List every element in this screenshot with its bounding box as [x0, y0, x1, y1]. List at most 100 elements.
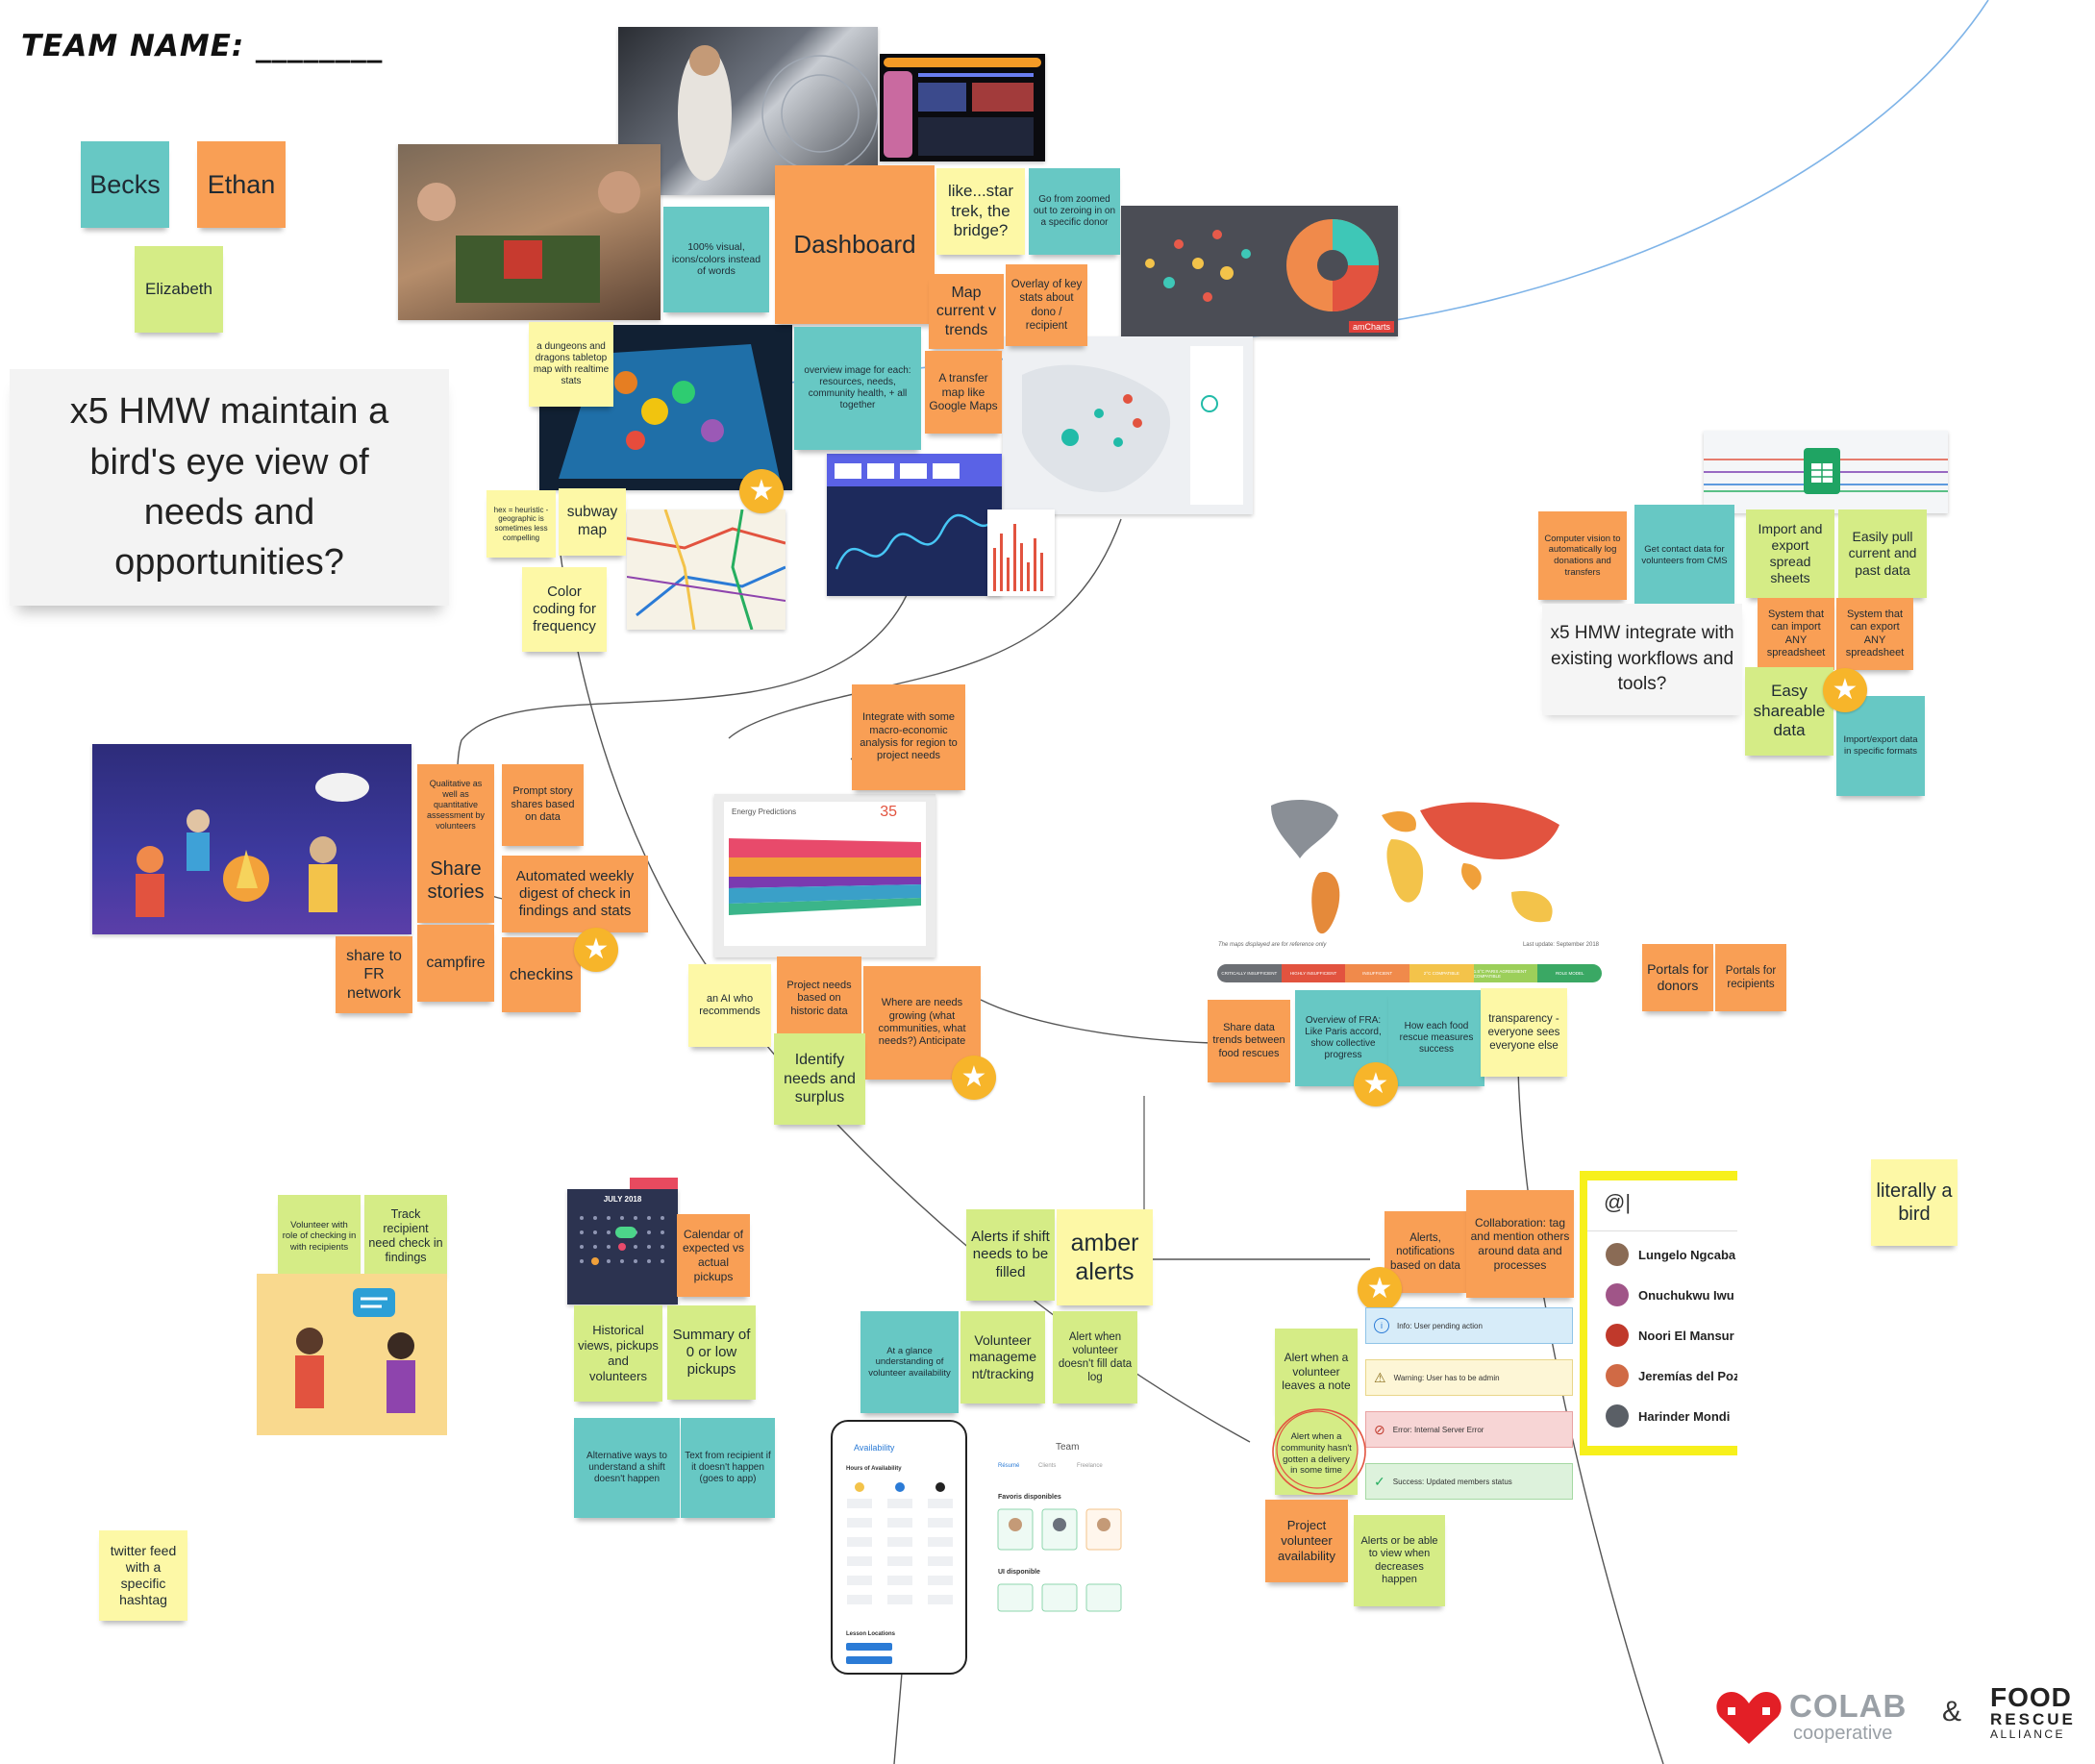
team-favoris: Favoris disponibles [998, 1494, 1061, 1501]
note-share-trends[interactable]: Share data trends between food rescues [1208, 1000, 1290, 1082]
mention-item[interactable]: Lungelo Ngcaba [1606, 1240, 1735, 1269]
mention-item[interactable]: Onuchukwu Iwu [1606, 1280, 1734, 1309]
avatar [1606, 1324, 1629, 1347]
phone-locations: Lesson Locations [846, 1631, 896, 1637]
mention-name: Jeremías del Pozo [1638, 1368, 1748, 1383]
team-app-mockup: Team Résumé Clients Freelance Favoris di… [990, 1413, 1160, 1627]
image-bar-chart [987, 509, 1055, 596]
note-project-needs[interactable]: Project needs based on historic data [777, 957, 861, 1041]
team-member-ethan[interactable]: Ethan [197, 141, 286, 228]
mention-item[interactable]: Harinder Mondi [1606, 1402, 1730, 1430]
note-portals-donors[interactable]: Portals for donors [1642, 944, 1713, 1011]
alert-success: ✓ Success: Updated members status [1365, 1463, 1573, 1500]
note-track-recipient[interactable]: Track recipient need check in findings [364, 1195, 447, 1278]
colab-logo: COLAB cooperative [1714, 1684, 1926, 1748]
note-system-import[interactable]: System that can import ANY spreadsheet [1758, 598, 1834, 670]
note-alt-ways[interactable]: Alternative ways to understand a shift d… [574, 1418, 680, 1518]
note-summary-low[interactable]: Summary of 0 or low pickups [667, 1305, 756, 1400]
note-transfer-map[interactable]: A transfer map like Google Maps [925, 351, 1002, 434]
hmw-card-birds-eye[interactable]: x5 HMW maintain a bird's eye view of nee… [10, 369, 449, 606]
food-name: FOOD [1990, 1682, 2072, 1712]
note-visual-icons[interactable]: 100% visual, icons/colors instead of wor… [663, 207, 769, 312]
note-historical-views[interactable]: Historical views, pickups and volunteers [574, 1305, 662, 1402]
note-dnd-map[interactable]: a dungeons and dragons tabletop map with… [529, 322, 613, 407]
note-contact-data[interactable]: Get contact data for volunteers from CMS [1634, 505, 1734, 606]
rating-legend-bar: CRITICALLY INSUFFICIENT HIGHLY INSUFFICI… [1217, 964, 1602, 982]
image-calendar-widget: JULY 2018 [567, 1189, 678, 1304]
mention-name: Harinder Mondi [1638, 1408, 1731, 1424]
note-weekly-digest[interactable]: Automated weekly digest of check in find… [502, 856, 648, 932]
note-volunteer-role[interactable]: Volunteer with role of checking in with … [278, 1195, 361, 1278]
note-computer-vision[interactable]: Computer vision to automatically log don… [1538, 511, 1627, 600]
note-text-recipient[interactable]: Text from recipient if it doesn't happen… [681, 1418, 775, 1518]
note-overlay-stats[interactable]: Overlay of key stats about dono / recipi… [1006, 264, 1087, 346]
note-volunteer-mgmt[interactable]: Volunteer manageme nt/tracking [960, 1311, 1045, 1404]
note-project-availability[interactable]: Project volunteer availability [1265, 1500, 1348, 1582]
image-amcharts-bubbles: amCharts [1121, 206, 1398, 336]
note-amber-alerts[interactable]: amber alerts [1057, 1209, 1153, 1305]
rescue-name: RESCUE [1990, 1710, 2076, 1728]
phone-availability-mockup: Availability Hours of Availability Lesso… [831, 1420, 967, 1675]
mention-input[interactable]: @| [1604, 1190, 1631, 1215]
note-prompt-story[interactable]: Prompt story shares based on data [502, 764, 584, 846]
image-wave-dashboard [827, 454, 1002, 596]
note-easy-share[interactable]: Easy shareable data [1745, 667, 1833, 756]
legend-2c-compatible: 2°C COMPATIBLE [1409, 964, 1474, 982]
team-tab-freelance: Freelance [1077, 1463, 1103, 1469]
error-icon: ⊘ [1374, 1421, 1385, 1437]
illustration-campfire [92, 744, 412, 934]
note-subway-map[interactable]: subway map [559, 488, 626, 556]
note-macro-economic[interactable]: Integrate with some macro-economic analy… [852, 684, 965, 790]
note-alerts-decreases[interactable]: Alerts or be able to view when decreases… [1354, 1515, 1445, 1606]
hmw-card-integrate[interactable]: x5 HMW integrate with existing workflows… [1542, 604, 1742, 715]
mention-divider [1587, 1230, 1737, 1231]
mention-item[interactable]: Jeremías del Pozo [1606, 1361, 1747, 1390]
note-hex-heuristic[interactable]: hex = heuristic - geographic is sometime… [486, 490, 556, 558]
warning-icon: ⚠ [1374, 1369, 1386, 1385]
image-energy-predictions: Energy Predictions 35 [714, 794, 935, 957]
colab-name: COLAB [1789, 1688, 1908, 1724]
note-literally-bird[interactable]: literally a bird [1871, 1159, 1958, 1246]
colab-sub: cooperative [1793, 1723, 1893, 1744]
whiteboard-canvas[interactable]: TEAM NAME: ________ Becks Ethan Elizabet… [0, 0, 2095, 1764]
note-import-export[interactable]: Import and export spread sheets [1746, 509, 1834, 598]
check-icon: ✓ [1374, 1473, 1385, 1489]
note-share-fr[interactable]: share to FR network [336, 936, 412, 1013]
star-icon: ★ [1354, 1062, 1398, 1106]
note-ai-recommends[interactable]: an AI who recommends [688, 964, 771, 1047]
mention-name: Noori El Mansur [1638, 1328, 1734, 1343]
image-world-map: The maps displayed are for reference onl… [1213, 786, 1604, 950]
note-campfire[interactable]: campfire [417, 925, 494, 1002]
note-overview-image[interactable]: overview image for each: resources, need… [794, 327, 921, 450]
note-glance-availability[interactable]: At a glance understanding of volunteer a… [860, 1311, 959, 1413]
energy-chart-title: Energy Predictions [732, 807, 797, 816]
note-qualitative[interactable]: Qualitative as well as quantitative asse… [417, 764, 494, 846]
note-collaboration[interactable]: Collaboration: tag and mention others ar… [1466, 1190, 1574, 1298]
note-star-trek[interactable]: like...star trek, the bridge? [936, 168, 1025, 255]
avatar [1606, 1404, 1629, 1428]
note-zoom-donor[interactable]: Go from zoomed out to zeroing in on a sp… [1029, 168, 1120, 255]
note-portals-recipients[interactable]: Portals for recipients [1715, 944, 1786, 1011]
note-color-coding[interactable]: Color coding for frequency [522, 567, 607, 652]
food-rescue-alliance-logo: FOOD RESCUE ALLIANCE [1990, 1684, 2086, 1753]
note-system-export[interactable]: System that can export ANY spreadsheet [1836, 598, 1913, 670]
hmw-card-birds-eye-text: x5 HMW maintain a bird's eye view of nee… [69, 391, 389, 584]
note-rescue-measures[interactable]: How each food rescue measures success [1388, 990, 1484, 1086]
note-transparency[interactable]: transparency - everyone sees everyone el… [1481, 988, 1567, 1077]
note-map-trends[interactable]: Map current v trends [929, 274, 1004, 349]
star-icon: ★ [574, 928, 618, 972]
photo-lcars-display [880, 54, 1045, 161]
star-icon: ★ [1823, 668, 1867, 712]
note-easily-pull[interactable]: Easily pull current and past data [1838, 509, 1927, 598]
note-twitter-feed[interactable]: twitter feed with a specific hashtag [99, 1530, 187, 1621]
team-member-elizabeth[interactable]: Elizabeth [135, 246, 223, 333]
note-share-stories[interactable]: Share stories [417, 838, 494, 923]
mention-item[interactable]: Noori El Mansur [1606, 1321, 1734, 1350]
note-alert-data-log[interactable]: Alert when volunteer doesn't fill data l… [1053, 1311, 1137, 1404]
note-calendar-expected[interactable]: Calendar of expected vs actual pickups [677, 1214, 750, 1297]
note-dashboard[interactable]: Dashboard [775, 165, 935, 324]
team-member-becks[interactable]: Becks [81, 141, 169, 228]
note-identify-needs[interactable]: Identify needs and surplus [774, 1033, 865, 1125]
note-alerts-shift[interactable]: Alerts if shift needs to be filled [966, 1209, 1055, 1301]
note-checkins[interactable]: checkins [502, 937, 581, 1012]
